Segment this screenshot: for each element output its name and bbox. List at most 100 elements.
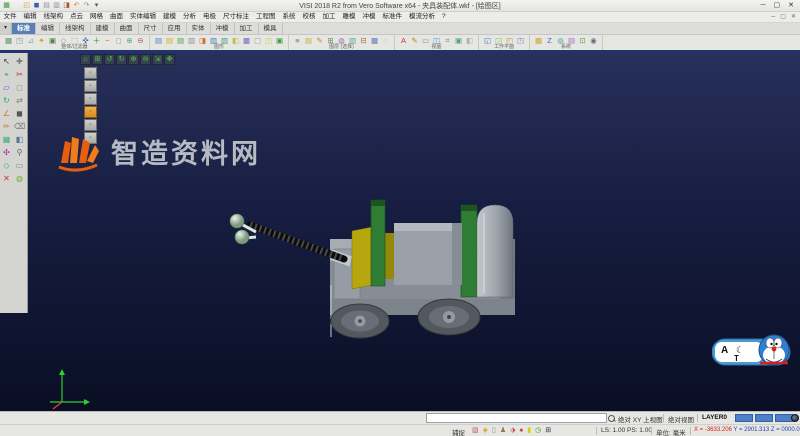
qa-dropdown-icon[interactable]: ▾ (92, 1, 101, 10)
menu-item[interactable]: 文件 (0, 12, 20, 22)
ribbon-tool-icon[interactable]: ◫ (264, 36, 273, 45)
ribbon-tool-icon[interactable]: ⊟ (359, 36, 368, 45)
ribbon-tool-icon[interactable]: ▤ (154, 36, 163, 45)
menu-item[interactable]: 加工 (319, 12, 339, 22)
render-mode-icon[interactable] (791, 414, 799, 422)
snap-icon[interactable]: ◈ (483, 426, 488, 436)
ribbon-tool-icon[interactable]: ▤ (304, 36, 313, 45)
snap-icon[interactable]: ▧ (472, 426, 479, 436)
save-icon[interactable]: ◼ (32, 1, 41, 10)
save-all-icon[interactable]: ▤ (42, 1, 51, 10)
view-mode-label[interactable]: 绝对 XY 上视图 (618, 414, 663, 424)
menu-item[interactable]: 校核 (299, 12, 319, 22)
new-file-icon[interactable]: ▢ (12, 1, 21, 10)
minimize-button[interactable]: ─ (761, 0, 766, 11)
mdi-close-button[interactable]: ✕ (791, 12, 796, 22)
toolbar-tab[interactable]: 尺寸 (139, 23, 163, 34)
open-file-icon[interactable]: ◰ (22, 1, 31, 10)
snap-icon[interactable]: ▮ (527, 426, 531, 436)
snap-icon[interactable]: ♟ (500, 426, 506, 436)
ribbon-tool-icon[interactable]: ▤ (176, 36, 185, 45)
ribbon-tool-icon[interactable]: ▢ (253, 36, 262, 45)
ribbon-tool-icon[interactable]: ✦ (37, 36, 46, 45)
ribbon-tool-icon[interactable]: ⌗ (443, 36, 452, 45)
menu-item[interactable]: 建模 (160, 12, 180, 22)
toolbar-tab[interactable]: 实体 (187, 23, 211, 34)
ribbon-tool-icon[interactable]: ▭ (421, 36, 430, 45)
view-ref-label[interactable]: 绝对视图 (668, 414, 694, 424)
toolbar-tab[interactable]: 标准 (12, 23, 36, 34)
ribbon-tool-icon[interactable]: ✎ (315, 36, 324, 45)
redo-icon[interactable]: ↷ (82, 1, 91, 10)
menu-item[interactable]: 系统 (279, 12, 299, 22)
mdi-restore-button[interactable]: ▢ (780, 12, 786, 22)
app-icon[interactable]: ▦ (2, 1, 11, 10)
ribbon-tool-icon[interactable]: ◌ (381, 36, 390, 45)
ribbon-tool-icon[interactable]: ▦ (534, 36, 543, 45)
toolbar-tab[interactable]: 加工 (235, 23, 259, 34)
ribbon-tool-icon[interactable]: ◱ (483, 36, 492, 45)
active-layer-label[interactable]: LAYER0 (702, 414, 727, 421)
ribbon-tool-icon[interactable]: ◻ (114, 36, 123, 45)
ribbon-tool-icon[interactable]: ✎ (410, 36, 419, 45)
ribbon-tool-icon[interactable]: ▣ (275, 36, 284, 45)
toolbar-tab[interactable]: 应用 (163, 23, 187, 34)
snap-icon[interactable]: ⬗ (510, 426, 515, 436)
ime-toolbar[interactable]: A ☾ T (712, 329, 796, 375)
ribbon-tool-icon[interactable]: ⊖ (136, 36, 145, 45)
menu-item[interactable]: 曲面 (107, 12, 127, 22)
menu-item[interactable]: 点云 (67, 12, 87, 22)
ribbon-tool-icon[interactable]: ◨ (198, 36, 207, 45)
ribbon-tool-icon[interactable]: ◧ (231, 36, 240, 45)
maximize-button[interactable]: ▢ (774, 0, 781, 11)
undo-icon[interactable]: ↶ (72, 1, 81, 10)
ribbon-tool-icon[interactable]: ▦ (4, 36, 13, 45)
ribbon-tool-icon[interactable]: ⊿ (26, 36, 35, 45)
toolbar-tab[interactable]: 编辑 (36, 23, 60, 34)
ribbon-tool-icon[interactable]: ≡ (293, 36, 302, 45)
menu-item[interactable]: 尺寸标注 (220, 12, 253, 22)
menu-item[interactable]: 实体编辑 (127, 12, 160, 22)
toolbar-tab[interactable]: 建模 (91, 23, 115, 34)
ribbon-tool-icon[interactable]: A (399, 36, 408, 45)
menu-item[interactable]: 电极 (200, 12, 220, 22)
snap-icon[interactable]: ⊞ (545, 426, 551, 436)
ribbon-tool-icon[interactable]: ▣ (48, 36, 57, 45)
ribbon-tool-icon[interactable]: Z (545, 36, 554, 45)
menu-item[interactable]: 线架构 (40, 12, 67, 22)
ribbon-tool-icon[interactable]: ▩ (242, 36, 251, 45)
toolbar-tab[interactable]: 冲模 (211, 23, 235, 34)
menu-item[interactable]: 分析 (180, 12, 200, 22)
command-input[interactable] (426, 413, 607, 423)
print-icon[interactable]: ▥ (52, 1, 61, 10)
snap-icon[interactable]: ◷ (535, 426, 541, 436)
ribbon-tool-icon[interactable]: ▥ (187, 36, 196, 45)
menu-item[interactable]: 网格 (87, 12, 107, 22)
menu-item[interactable]: 工程图 (253, 12, 280, 22)
snap-icon[interactable]: ♠ (520, 426, 524, 436)
toolbar-dropdown-icon[interactable]: ▾ (0, 23, 12, 34)
menu-item[interactable]: ? (439, 12, 450, 22)
status-indicator-2[interactable] (755, 414, 773, 422)
ribbon-tool-icon[interactable]: ⊡ (578, 36, 587, 45)
menu-item[interactable]: 标准件 (379, 12, 406, 22)
close-button[interactable]: ✕ (788, 0, 794, 11)
toolbar-tab[interactable]: 线架构 (60, 23, 91, 34)
menu-item[interactable]: 模流分析 (406, 12, 439, 22)
status-indicator-1[interactable] (735, 414, 753, 422)
toolbar-tab[interactable]: 曲面 (115, 23, 139, 34)
ribbon-tool-icon[interactable]: ▣ (454, 36, 463, 45)
viewport-3d[interactable]: ↖✚⌖✂▱◻↻⇄∠◼✏⌫▦◧✣⚲◇▭✕◍ ⌂⊞↺↻⊕⊖⇲✥ ▫▫▫▫▫▫ 智造资… (0, 53, 800, 411)
ribbon-tool-icon[interactable]: ⊕ (125, 36, 134, 45)
ribbon-tool-icon[interactable]: ＋ (92, 36, 101, 45)
stamp-icon[interactable]: ◨ (62, 1, 71, 10)
toolbar-tab[interactable]: 模具 (259, 23, 283, 34)
menu-item[interactable]: 雕模 (339, 12, 359, 22)
ribbon-tool-icon[interactable]: ◉ (589, 36, 598, 45)
ribbon-tool-icon[interactable]: ◳ (516, 36, 525, 45)
mdi-minimize-button[interactable]: ─ (771, 12, 775, 22)
ribbon-tool-icon[interactable]: ▤ (165, 36, 174, 45)
menu-item[interactable]: 冲模 (359, 12, 379, 22)
snap-icon[interactable]: ▯ (492, 426, 496, 436)
ribbon-tool-icon[interactable]: ◳ (15, 36, 24, 45)
